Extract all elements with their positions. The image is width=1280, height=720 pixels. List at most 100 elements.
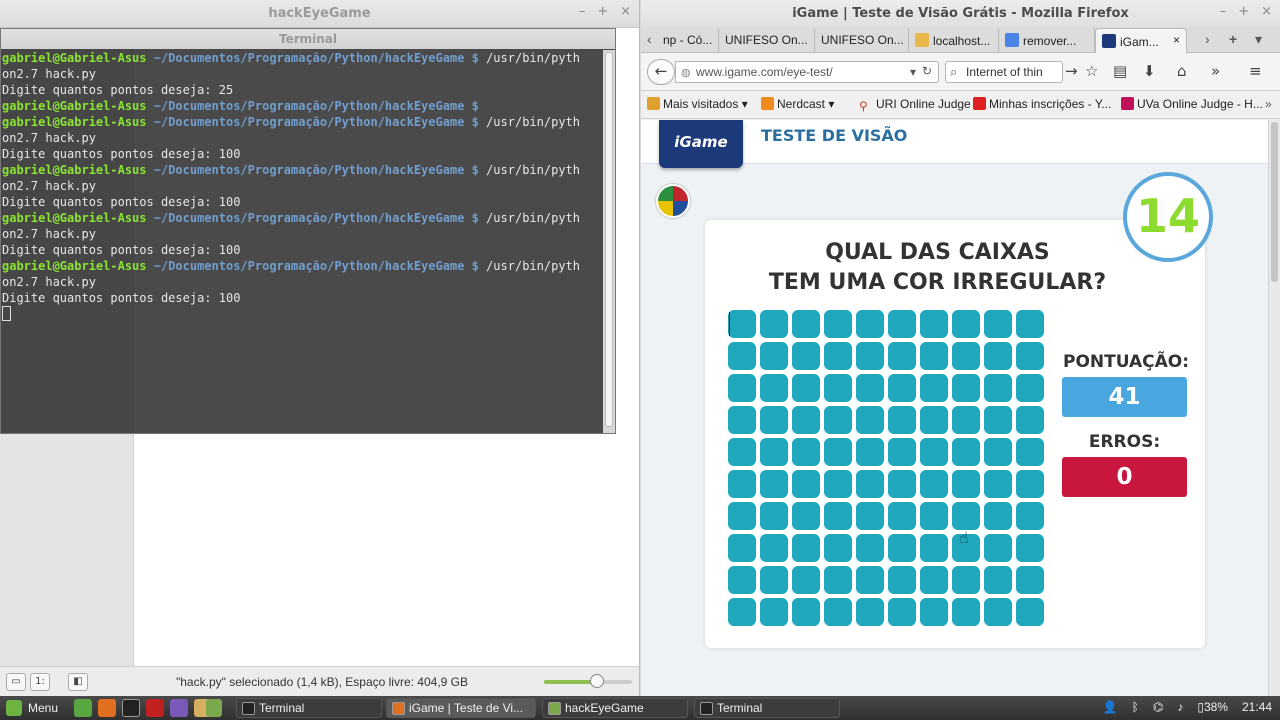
color-box[interactable] [760,502,788,530]
search-go-icon[interactable]: → [1065,62,1078,80]
minimize-icon[interactable]: – [579,4,586,19]
color-box[interactable] [888,342,916,370]
bookmark-uva[interactable]: UVa Online Judge - H... [1121,97,1263,111]
color-box[interactable] [1016,374,1044,402]
color-box[interactable] [1016,470,1044,498]
color-box[interactable] [856,342,884,370]
terminal-titlebar[interactable]: Terminal [1,29,615,49]
color-box[interactable] [984,470,1012,498]
color-box[interactable] [888,374,916,402]
back-button[interactable]: ← [647,59,675,85]
color-box[interactable] [1016,310,1044,338]
color-box[interactable] [952,502,980,530]
tab-2[interactable]: UNIFESO On... [815,28,909,53]
color-box[interactable] [984,502,1012,530]
bookmark-youtube[interactable]: Minhas inscrições - Y... [973,97,1111,111]
color-box[interactable] [856,534,884,562]
tab-5[interactable]: iGam... × [1095,28,1187,53]
color-box[interactable] [792,438,820,466]
color-box[interactable] [728,406,756,434]
color-box[interactable] [888,534,916,562]
color-box[interactable] [920,470,948,498]
color-box[interactable] [792,470,820,498]
url-bar[interactable]: ◍ www.igame.com/eye-test/ ▾ ↻ [675,61,939,83]
color-box[interactable] [1016,502,1044,530]
taskbar-item-file-manager[interactable]: hackEyeGame [542,698,688,718]
show-treeview-button[interactable]: 1: [30,673,50,691]
color-box[interactable] [920,534,948,562]
color-box[interactable] [888,598,916,626]
color-box[interactable] [952,470,980,498]
page-scrollbar-thumb[interactable] [1271,122,1278,282]
color-box[interactable] [728,374,756,402]
terminal-scrollbar[interactable] [603,50,615,433]
close-icon[interactable]: × [1261,4,1272,19]
color-box[interactable] [728,502,756,530]
clock[interactable]: 21:44 [1242,700,1272,714]
firefox-launcher-icon[interactable] [98,699,116,717]
color-box[interactable] [920,438,948,466]
tab-3[interactable]: localhost... [909,28,999,53]
color-box[interactable] [728,598,756,626]
file-manager-titlebar[interactable]: hackEyeGame – + × [0,0,639,28]
color-box[interactable] [824,374,852,402]
maximize-icon[interactable]: + [1238,4,1249,19]
bookmark-nerdcast[interactable]: Nerdcast ▾ [761,97,834,111]
tab-scroll-left-icon[interactable]: ‹ [647,31,652,47]
color-box[interactable] [952,598,980,626]
color-box[interactable] [1016,566,1044,594]
color-box[interactable] [1016,406,1044,434]
battery-indicator[interactable]: ▯38% [1197,700,1228,714]
taskbar-item-terminal-1[interactable]: Terminal [236,698,382,718]
color-box[interactable] [920,598,948,626]
terminal-window[interactable]: Terminal gabriel@Gabriel-Asus ~/Document… [0,28,616,434]
color-box[interactable] [760,438,788,466]
color-box[interactable] [792,342,820,370]
tab-close-icon[interactable]: × [1173,33,1180,47]
color-box[interactable] [856,566,884,594]
new-tab-icon[interactable]: + [1229,31,1237,47]
bluetooth-icon[interactable]: ᛒ [1132,700,1139,714]
color-box[interactable] [888,438,916,466]
color-box[interactable] [856,374,884,402]
color-box[interactable] [888,566,916,594]
color-box[interactable] [984,566,1012,594]
color-box[interactable] [856,470,884,498]
color-box[interactable] [920,502,948,530]
maximize-icon[interactable]: + [597,4,608,19]
bookmark-star-icon[interactable]: ☆ [1085,62,1098,80]
color-box[interactable] [728,534,756,562]
color-box[interactable] [1016,342,1044,370]
taskbar-item-terminal-2[interactable]: Terminal [694,698,840,718]
tab-0[interactable]: np - Có... [657,28,719,53]
user-icon[interactable]: 👤 [1103,700,1118,714]
language-flag-icon[interactable] [656,184,690,218]
color-box[interactable] [920,406,948,434]
zoom-slider-knob[interactable] [589,674,604,688]
firefox-titlebar[interactable]: iGame | Teste de Visão Grátis - Mozilla … [641,0,1280,27]
network-icon[interactable]: ⌬ [1153,700,1163,714]
color-box[interactable] [856,438,884,466]
color-box[interactable] [920,310,948,338]
color-box[interactable] [792,598,820,626]
color-box[interactable] [824,534,852,562]
color-box[interactable] [1016,598,1044,626]
terminal-scrollbar-thumb[interactable] [605,52,613,427]
color-box[interactable] [984,598,1012,626]
show-desktop-icon[interactable] [74,699,92,717]
color-box[interactable] [728,470,756,498]
color-box[interactable] [1016,534,1044,562]
tab-4[interactable]: remover... [999,28,1095,53]
color-box[interactable] [856,502,884,530]
minimize-icon[interactable]: – [1220,4,1227,19]
filezilla-launcher-icon[interactable] [146,699,164,717]
color-box[interactable] [984,310,1012,338]
files-launcher-icon[interactable] [206,699,222,717]
color-box[interactable] [760,406,788,434]
color-box[interactable] [952,566,980,594]
color-box[interactable] [952,310,980,338]
color-box[interactable] [984,406,1012,434]
color-box[interactable] [888,502,916,530]
color-box[interactable] [920,342,948,370]
overflow-icon[interactable]: » [1211,62,1220,80]
